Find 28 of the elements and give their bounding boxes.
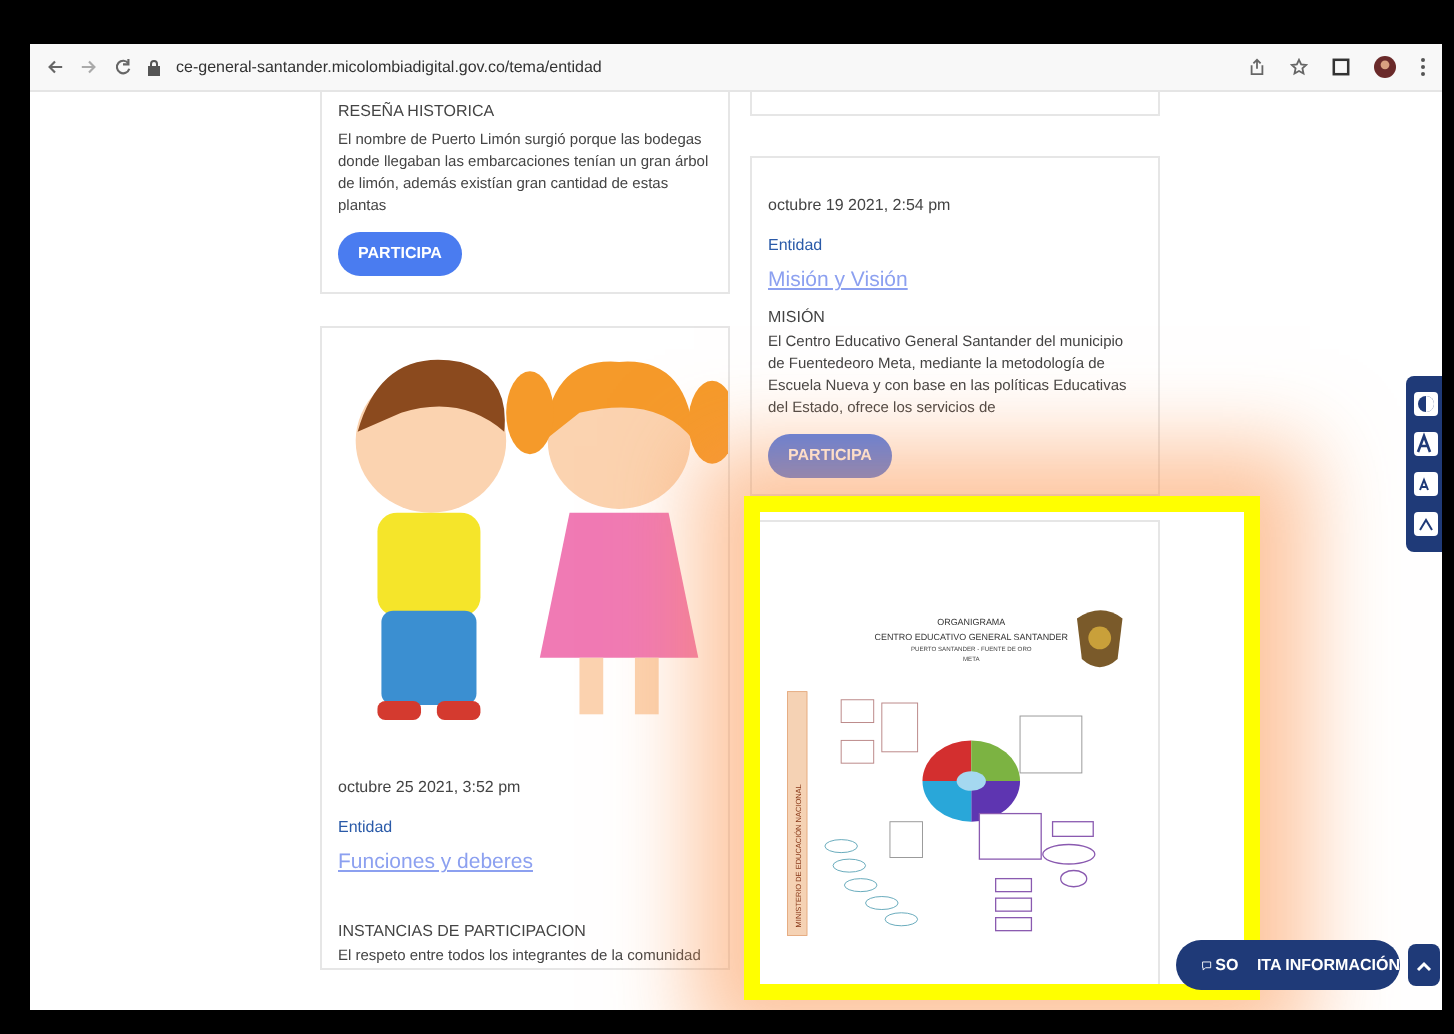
share-icon[interactable] [1248,58,1266,76]
participa-button[interactable]: PARTICIPA [768,433,892,478]
post-date: octubre 19 2021, 2:54 pm [768,194,953,218]
post-date: octubre 25 2021, 3:52 pm [338,776,523,800]
emblem-icon [1076,609,1123,667]
contrast-icon[interactable] [1413,392,1437,416]
post-link[interactable]: Funciones y deberes [338,848,712,880]
post-category: Entidad [768,234,825,258]
reload-icon[interactable] [114,58,132,76]
font-increase-icon[interactable] [1413,432,1437,456]
post-link[interactable]: Misión y Visión [768,266,1142,298]
request-info-button[interactable]: SO ITA INFORMACIÓN [1176,940,1400,990]
menu-icon[interactable] [1420,58,1426,76]
chevron-up-icon [1416,959,1432,971]
post-heading: INSTANCIAS DE PARTICIPACION [338,919,588,944]
participa-button[interactable]: PARTICIPA [338,232,462,276]
back-icon[interactable] [46,58,64,76]
post-heading: MISIÓN [768,305,827,330]
sidebar-icon[interactable] [1332,58,1350,76]
post-heading: RESEÑA HISTORICA [338,100,497,124]
chat-icon [1202,957,1212,973]
scroll-up-button[interactable] [1408,944,1440,986]
address-bar[interactable]: ce-general-santander.micolombiadigital.gov.co/tema/entidad [176,55,602,79]
lock-icon [148,59,160,75]
star-icon[interactable] [1290,58,1308,76]
post-category: Entidad [338,816,395,840]
avatar-icon[interactable] [1374,56,1396,78]
font-decrease-icon[interactable] [1413,472,1437,496]
